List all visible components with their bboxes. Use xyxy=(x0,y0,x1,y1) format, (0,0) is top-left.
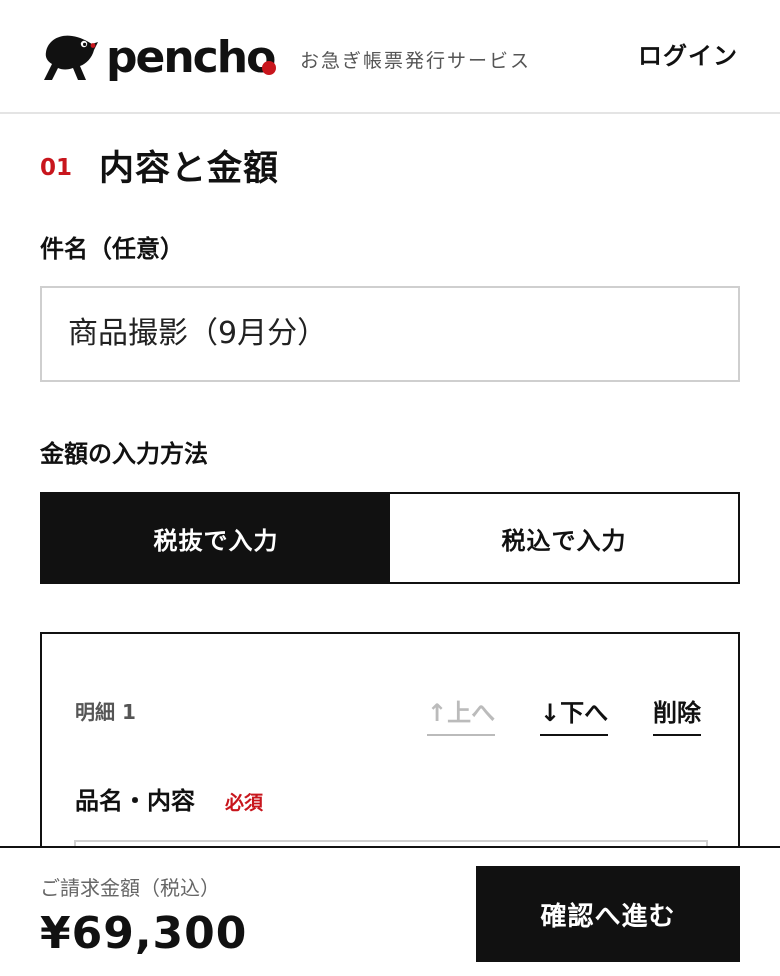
subject-input[interactable]: 商品撮影（9月分） xyxy=(40,286,740,382)
subject-label: 件名（任意） xyxy=(40,235,184,263)
confirm-button[interactable]: 確認へ進む xyxy=(476,866,740,962)
total-amount-label: ご請求金額（税込） xyxy=(40,876,220,900)
move-up-button[interactable]: ↑上へ xyxy=(427,696,496,736)
login-link[interactable]: ログイン xyxy=(638,40,738,72)
site-header: pencho お急ぎ帳票発行サービス ログイン xyxy=(0,0,780,114)
penguin-logo-icon[interactable] xyxy=(40,30,98,82)
total-amount-value: ¥69,300 xyxy=(40,908,248,959)
item-name-label: 品名・内容 xyxy=(75,787,195,815)
amount-method-toggle: 税抜で入力 税込で入力 xyxy=(40,492,740,584)
brand-logo-text[interactable]: pencho xyxy=(106,30,276,86)
site-tagline: お急ぎ帳票発行サービス xyxy=(300,50,532,72)
section-title: 内容と金額 xyxy=(99,149,280,189)
required-badge: 必須 xyxy=(225,792,264,814)
delete-button[interactable]: 削除 xyxy=(653,696,701,736)
sticky-footer: ご請求金額（税込） ¥69,300 確認へ進む xyxy=(0,846,780,976)
section-number: 01 xyxy=(40,155,73,181)
line-item-title: 明細 1 xyxy=(75,700,136,724)
tax-excluded-option[interactable]: 税抜で入力 xyxy=(42,494,390,582)
amount-method-label: 金額の入力方法 xyxy=(40,440,208,468)
tax-included-option[interactable]: 税込で入力 xyxy=(390,494,738,582)
move-down-button[interactable]: ↓下へ xyxy=(540,696,609,736)
brand-logo-dot xyxy=(262,61,276,75)
